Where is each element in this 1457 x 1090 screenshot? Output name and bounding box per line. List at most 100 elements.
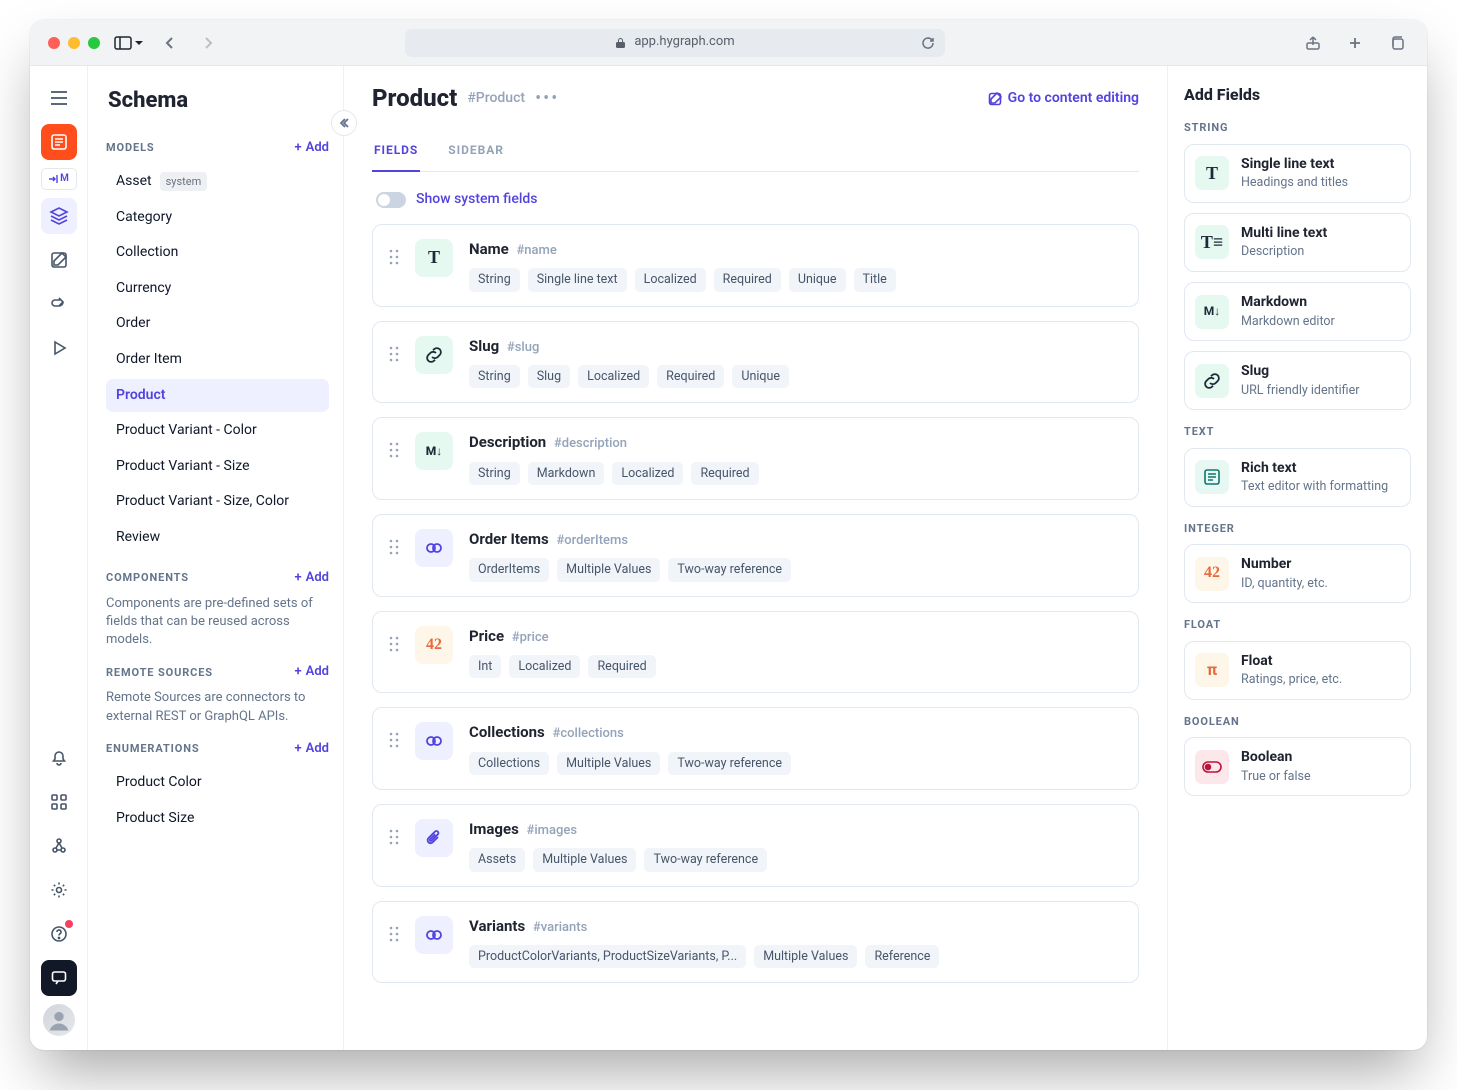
nav-forward[interactable]: [196, 31, 220, 55]
new-tab-icon[interactable]: [1343, 31, 1367, 55]
field-type-option[interactable]: SlugURL friendly identifier: [1184, 351, 1411, 410]
field-type-icon: π: [1195, 653, 1229, 687]
field-chip: Single line text: [528, 268, 627, 292]
field-card[interactable]: TName #nameStringSingle line textLocaliz…: [372, 224, 1139, 307]
field-chip: Markdown: [528, 462, 605, 486]
field-type-option[interactable]: 42NumberID, quantity, etc.: [1184, 544, 1411, 603]
model-item[interactable]: Assetsystem: [106, 165, 329, 199]
goto-content-editing[interactable]: Go to content editing: [988, 89, 1139, 109]
field-chip: Required: [714, 268, 781, 292]
minimize-window[interactable]: [68, 37, 80, 49]
webhooks-icon[interactable]: [41, 828, 77, 864]
field-name: Price #price: [469, 626, 1122, 647]
field-card[interactable]: Slug #slugStringSlugLocalizedRequiredUni…: [372, 321, 1139, 404]
field-api-id: #variants: [533, 920, 587, 935]
collapse-sidebar[interactable]: [331, 110, 357, 136]
nav-content[interactable]: [41, 242, 77, 278]
drag-handle[interactable]: [389, 829, 399, 845]
field-card[interactable]: 42Price #priceIntLocalizedRequired: [372, 611, 1139, 694]
drag-handle[interactable]: [389, 636, 399, 652]
models-label: MODELS: [106, 140, 155, 155]
components-add[interactable]: + Add: [295, 569, 329, 587]
model-actions-menu[interactable]: •••: [535, 86, 559, 111]
field-group-label: INTEGER: [1184, 521, 1411, 536]
enum-item[interactable]: Product Size: [106, 802, 329, 836]
maximize-window[interactable]: [88, 37, 100, 49]
notifications-icon[interactable]: [41, 740, 77, 776]
field-chip: Multiple Values: [533, 848, 636, 872]
nav-schema[interactable]: [41, 198, 77, 234]
remote-add[interactable]: + Add: [295, 663, 329, 681]
field-type-title: Single line text: [1241, 155, 1348, 175]
field-type-icon: M↓: [1195, 295, 1229, 329]
project-logo[interactable]: [41, 124, 77, 160]
model-item-label: Product Variant - Size: [116, 457, 250, 477]
field-type-option[interactable]: Rich textText editor with formatting: [1184, 448, 1411, 507]
field-type-option[interactable]: πFloatRatings, price, etc.: [1184, 641, 1411, 700]
nav-rail: M: [30, 66, 88, 1050]
field-type-title: Slug: [1241, 362, 1359, 382]
field-card[interactable]: M↓Description #descriptionStringMarkdown…: [372, 417, 1139, 500]
field-type-icon: [415, 529, 453, 567]
apps-icon[interactable]: [41, 784, 77, 820]
model-item[interactable]: Collection: [106, 236, 329, 270]
close-window[interactable]: [48, 37, 60, 49]
enum-item[interactable]: Product Color: [106, 766, 329, 800]
model-item[interactable]: Order Item: [106, 343, 329, 377]
field-type-option[interactable]: M↓MarkdownMarkdown editor: [1184, 282, 1411, 341]
reload-icon[interactable]: [921, 36, 935, 50]
field-card[interactable]: Order Items #orderItemsOrderItemsMultipl…: [372, 514, 1139, 597]
show-system-fields-toggle[interactable]: [376, 192, 406, 208]
feedback-icon[interactable]: [41, 960, 77, 996]
enums-add[interactable]: + Add: [295, 740, 329, 758]
field-card[interactable]: Collections #collectionsCollectionsMulti…: [372, 707, 1139, 790]
model-item[interactable]: Product: [106, 379, 329, 413]
menu-icon[interactable]: [41, 80, 77, 116]
nav-playground[interactable]: [41, 330, 77, 366]
drag-handle[interactable]: [389, 926, 399, 942]
drag-handle[interactable]: [389, 732, 399, 748]
share-icon[interactable]: [1301, 31, 1325, 55]
sidebar-toggle[interactable]: [114, 36, 144, 50]
address-bar[interactable]: app.hygraph.com: [405, 29, 945, 57]
drag-handle[interactable]: [389, 346, 399, 362]
model-item[interactable]: Product Variant - Size, Color: [106, 485, 329, 519]
field-type-option[interactable]: BooleanTrue or false: [1184, 737, 1411, 796]
field-chip: Required: [691, 462, 758, 486]
model-item[interactable]: Product Variant - Size: [106, 450, 329, 484]
field-type-icon: 42: [415, 626, 453, 664]
field-card[interactable]: Images #imagesAssetsMultiple ValuesTwo-w…: [372, 804, 1139, 887]
env-badge[interactable]: M: [41, 168, 77, 190]
field-type-desc: Headings and titles: [1241, 174, 1348, 192]
field-chip: OrderItems: [469, 558, 549, 582]
settings-icon[interactable]: [41, 872, 77, 908]
field-type-title: Multi line text: [1241, 224, 1327, 244]
field-api-id: #orderItems: [556, 533, 628, 548]
field-card[interactable]: Variants #variantsProductColorVariants, …: [372, 901, 1139, 984]
field-chip: String: [469, 462, 520, 486]
user-avatar[interactable]: [43, 1004, 75, 1036]
drag-handle[interactable]: [389, 539, 399, 555]
drag-handle[interactable]: [389, 249, 399, 265]
schema-title: Schema: [108, 86, 329, 117]
field-chip: Required: [588, 655, 655, 679]
titlebar: app.hygraph.com: [30, 20, 1427, 66]
help-icon[interactable]: [41, 916, 77, 952]
field-type-title: Float: [1241, 652, 1342, 672]
field-chip: Localized: [578, 365, 649, 389]
nav-back[interactable]: [158, 31, 182, 55]
models-add[interactable]: + Add: [295, 139, 329, 157]
model-item[interactable]: Review: [106, 521, 329, 555]
model-item[interactable]: Currency: [106, 272, 329, 306]
field-type-icon: 42: [1195, 557, 1229, 591]
tabs-icon[interactable]: [1385, 31, 1409, 55]
nav-assets[interactable]: [41, 286, 77, 322]
model-item[interactable]: Product Variant - Color: [106, 414, 329, 448]
model-item[interactable]: Category: [106, 201, 329, 235]
model-item[interactable]: Order: [106, 307, 329, 341]
field-type-option[interactable]: T≡Multi line textDescription: [1184, 213, 1411, 272]
tab-fields[interactable]: FIELDS: [372, 134, 420, 173]
drag-handle[interactable]: [389, 442, 399, 458]
field-type-option[interactable]: TSingle line textHeadings and titles: [1184, 144, 1411, 203]
tab-sidebar[interactable]: SIDEBAR: [446, 134, 506, 172]
